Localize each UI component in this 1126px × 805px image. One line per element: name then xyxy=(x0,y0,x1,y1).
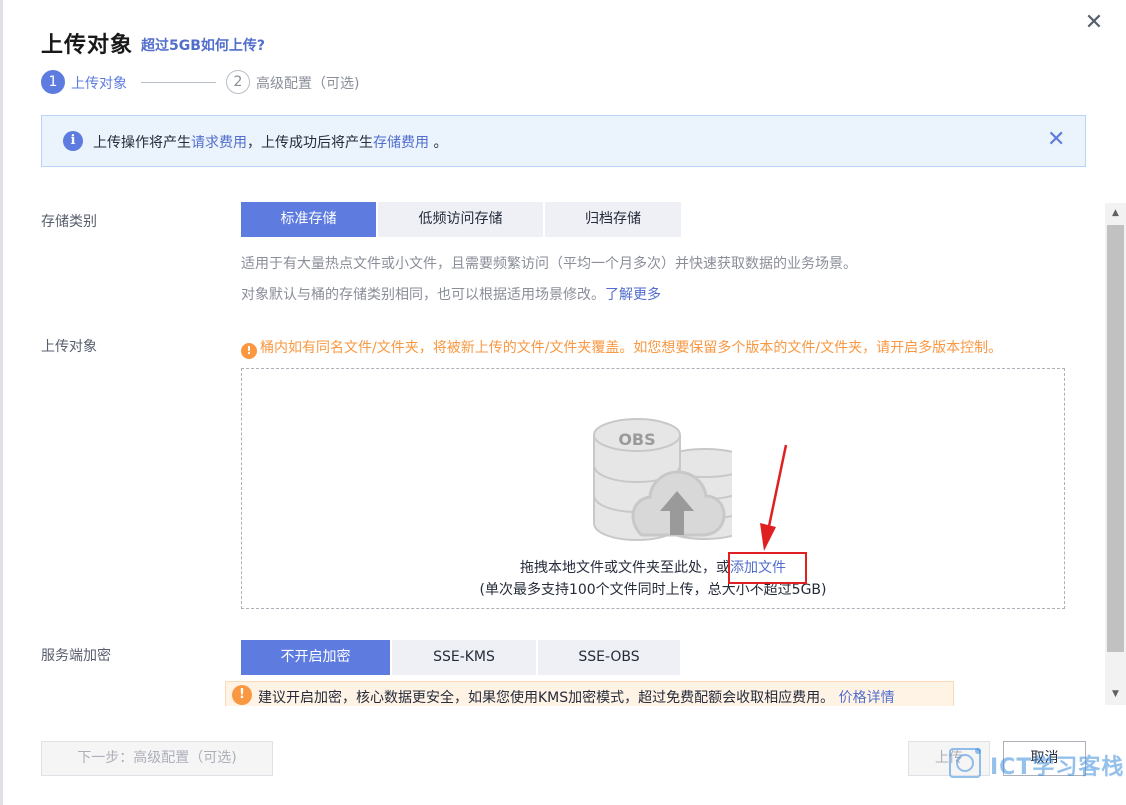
drop-instructions-text: 拖拽本地文件或文件夹至此处，或 xyxy=(520,560,730,576)
dialog-title: 上传对象 xyxy=(41,33,134,58)
watermark-logo-icon xyxy=(949,748,981,778)
annotation-arrow-icon xyxy=(760,444,788,551)
annotation-highlight-box xyxy=(728,552,807,584)
warning-icon: ! xyxy=(232,685,252,705)
encryption-option-sse-kms[interactable]: SSE-KMS xyxy=(392,640,536,675)
large-upload-help-link[interactable]: 超过5GB如何上传? xyxy=(141,35,265,55)
request-fee-link[interactable]: 请求费用 xyxy=(191,135,247,151)
close-icon[interactable]: ✕ xyxy=(1047,128,1065,152)
storage-class-label: 存储类别 xyxy=(41,214,97,230)
step-2-label: 高级配置（可选) xyxy=(256,76,360,92)
upload-object-label: 上传对象 xyxy=(41,339,97,355)
watermark: ICT学习客栈 xyxy=(946,743,1123,783)
scrollbar-thumb[interactable] xyxy=(1107,225,1124,652)
encryption-warning-message: 建议开启加密，核心数据更安全，如果您使用KMS加密模式，超过免费配额会收取相应费… xyxy=(258,690,835,706)
storage-class-note-text: 对象默认与桶的存储类别相同，也可以根据适用场景修改。 xyxy=(241,287,605,303)
file-drop-zone[interactable]: OBS 拖拽本地文件或文件夹至此处，或添加文件 (单次最多支持100个文件同时上… xyxy=(241,368,1065,609)
storage-class-note: 对象默认与桶的存储类别相同，也可以根据适用场景修改。了解更多 xyxy=(241,284,661,304)
overwrite-warning-text: 桶内如有同名文件/文件夹，将被新上传的文件/文件夹覆盖。如您想要保留多个版本的文… xyxy=(260,340,1003,356)
step-2-indicator: 2 xyxy=(226,70,250,94)
encryption-warning: ! 建议开启加密，核心数据更安全，如果您使用KMS加密模式，超过免费配额会收取相… xyxy=(225,681,954,706)
window-edge xyxy=(0,0,3,805)
scroll-down-icon[interactable]: ▼ xyxy=(1105,684,1126,704)
fee-notice-banner: i 上传操作将产生请求费用，上传成功后将产生存储费用 。 ✕ xyxy=(41,115,1086,167)
watermark-text: ICT学习客栈 xyxy=(990,755,1125,780)
storage-option-infrequent[interactable]: 低频访问存储 xyxy=(378,202,543,237)
encryption-option-none[interactable]: 不开启加密 xyxy=(241,640,390,675)
overwrite-warning: ! 桶内如有同名文件/文件夹，将被新上传的文件/文件夹覆盖。如您想要保留多个版本的… xyxy=(241,337,1002,359)
fee-notice-text-2: ，上传成功后将产生 xyxy=(247,135,373,151)
storage-class-description: 适用于有大量热点文件或小文件，且需要频繁访问（平均一个月多次）并快速获取数据的业… xyxy=(241,256,857,272)
step-connector xyxy=(141,82,216,83)
fee-notice-text-1: 上传操作将产生 xyxy=(93,135,191,151)
encryption-warning-text: 建议开启加密，核心数据更安全，如果您使用KMS加密模式，超过免费配额会收取相应费… xyxy=(258,687,895,707)
encryption-label: 服务端加密 xyxy=(41,648,111,664)
obs-upload-illustration: OBS xyxy=(593,418,732,542)
scroll-up-icon[interactable]: ▲ xyxy=(1105,203,1126,223)
storage-option-standard[interactable]: 标准存储 xyxy=(241,202,376,237)
obs-logo-text: OBS xyxy=(618,430,655,449)
drop-instructions: 拖拽本地文件或文件夹至此处，或添加文件 xyxy=(242,557,1064,577)
storage-option-archive[interactable]: 归档存储 xyxy=(545,202,681,237)
step-1-indicator: 1 xyxy=(41,70,65,94)
storage-fee-link[interactable]: 存储费用 xyxy=(373,135,429,151)
fee-notice-text-3: 。 xyxy=(433,135,448,151)
price-details-link[interactable]: 价格详情 xyxy=(839,690,895,706)
next-step-button[interactable]: 下一步：高级配置（可选) xyxy=(41,741,273,776)
info-icon: i xyxy=(63,131,83,151)
fee-notice-text: 上传操作将产生请求费用，上传成功后将产生存储费用 。 xyxy=(93,132,447,152)
upload-limit-note: (单次最多支持100个文件同时上传，总大小不超过5GB) xyxy=(479,582,827,598)
close-icon[interactable]: ✕ xyxy=(1082,12,1106,36)
step-1-label: 上传对象 xyxy=(71,76,127,92)
warning-icon: ! xyxy=(241,343,257,359)
encryption-option-sse-obs[interactable]: SSE-OBS xyxy=(538,640,680,675)
learn-more-link[interactable]: 了解更多 xyxy=(605,287,661,303)
